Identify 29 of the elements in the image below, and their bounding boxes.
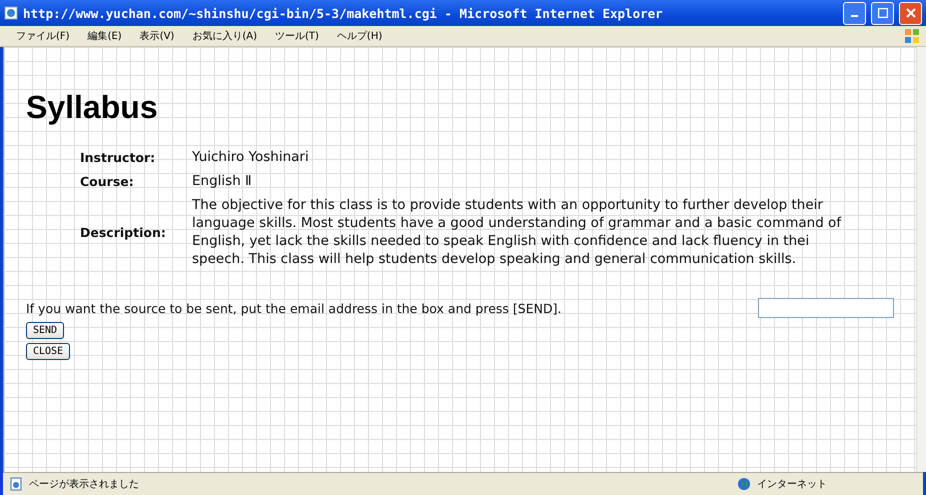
maximize-icon (878, 8, 888, 18)
field-value: The objective for this class is to provide students with an opportunity to further develop their language skills. Most students have a good understanding of grammar and a basic command of English, yet lack the skills needed to speak English with confidence and lack fluency in thei speech. This class will help students develop speaking and general communication skills. (192, 196, 842, 268)
send-button[interactable]: SEND (26, 322, 64, 339)
field-value: English Ⅱ (192, 172, 253, 190)
minimize-button[interactable] (843, 2, 866, 24)
field-label: Course: (80, 174, 135, 188)
menu-item[interactable]: お気に入り(A) (192, 29, 257, 43)
status-message: ページが表示されました (29, 478, 139, 491)
menu-item[interactable]: ヘルプ(H) (336, 29, 382, 43)
close-button[interactable] (899, 2, 922, 24)
maximize-button[interactable] (871, 2, 894, 24)
menu-item[interactable]: 表示(V) (140, 29, 174, 43)
field-label: Instructor: (80, 150, 156, 164)
ie-page-icon (4, 6, 18, 20)
field-value: Yuichiro Yoshinari (192, 148, 310, 166)
windows-logo-icon (904, 28, 920, 44)
email-field[interactable] (758, 298, 894, 318)
menu-item[interactable]: ファイル(F) (16, 29, 70, 43)
page-heading: Syllabus (26, 89, 159, 126)
menu-item[interactable]: 編集(E) (88, 29, 122, 43)
close-page-button[interactable]: CLOSE (26, 343, 70, 360)
menu-item[interactable]: ツール(T) (275, 29, 319, 43)
globe-icon (737, 477, 751, 491)
close-icon (906, 8, 916, 18)
page-icon (9, 477, 23, 491)
field-label: Description: (80, 224, 167, 240)
window-title: http://www.yuchan.com/~shinshu/cgi-bin/5-3/makehtml.cgi - Microsoft Internet Explorer (23, 6, 664, 20)
security-zone: インターネット (757, 478, 827, 491)
instruction-text: If you want the source to be sent, put the email address in the box and press [SEND]. (26, 300, 562, 316)
